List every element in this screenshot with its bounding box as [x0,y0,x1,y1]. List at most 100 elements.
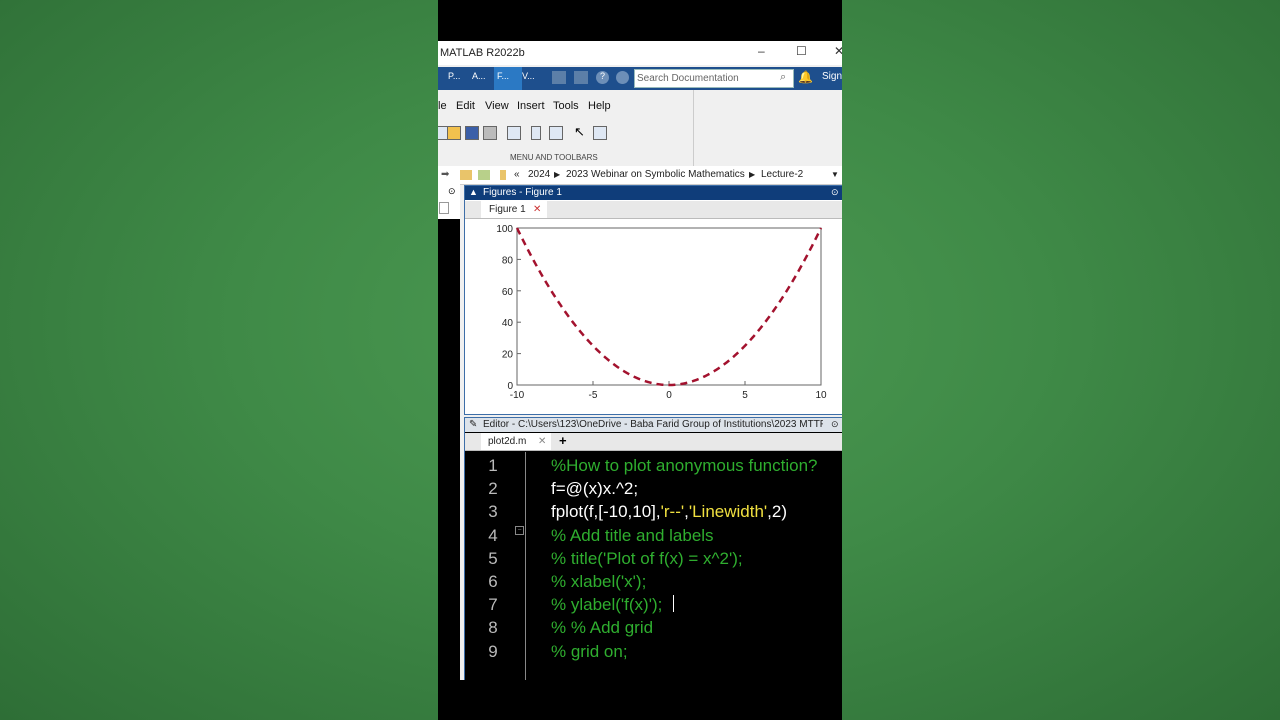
browse-folder-icon[interactable] [478,170,490,180]
x-tick-label: 10 [815,390,827,401]
figure-toolbar: ↖ [438,124,698,144]
code-line[interactable]: % % Add grid [551,618,653,638]
notification-bell-icon[interactable]: 🔔 [798,70,813,84]
y-tick-label: 40 [502,318,514,329]
minimize-button[interactable]: – [758,44,765,58]
search-icon[interactable]: ⌕ [780,71,786,84]
line-number: 4 [488,525,498,545]
line-number: 1 [488,456,498,475]
line-number: 9 [488,641,498,661]
close-button[interactable]: ✕ [834,44,842,58]
tab-view[interactable]: V... [522,71,535,81]
close-tab-icon[interactable]: ✕ [533,204,541,215]
code-token: 'Linewidth' [688,502,768,522]
figures-header: ▲ Figures - Figure 1 ⊙ [465,186,842,200]
code-line[interactable]: % title('Plot of f(x) = x^2'); [551,549,743,569]
plot-area: -10 -5 0 5 10 0 20 40 60 80 100 [465,218,842,414]
crumb-sep-icon: ▶ [749,170,756,179]
options-icon[interactable] [616,71,629,84]
code-token: % title('Plot of f(x) = x^2'); [551,548,743,568]
menu-insert[interactable]: Insert [517,100,545,112]
editor-tab-label: plot2d.m [488,436,527,447]
forward-arrow-icon[interactable]: ➡ [441,169,449,180]
crumb-2024[interactable]: 2024 [528,169,550,180]
pointer-icon[interactable]: ↖ [574,124,585,140]
colorbar-icon[interactable] [531,126,541,140]
open-icon[interactable] [447,126,461,140]
panel-menu-icon[interactable]: ⊙ [831,187,839,198]
window-title: MATLAB R2022b [440,47,525,59]
print-figure-icon[interactable] [483,126,497,140]
code-line[interactable]: % xlabel('x'); [551,572,646,592]
editor-path: Editor - C:\Users\123\OneDrive - Baba Fa… [483,419,823,430]
code-line[interactable]: f=@(x)x.^2; [551,479,638,499]
line-number: 3 [488,502,498,522]
link-plot-icon[interactable] [507,126,521,140]
new-file-icon[interactable] [439,202,449,214]
editor-header: ✎ Editor - C:\Users\123\OneDrive - Baba … [465,418,842,432]
gutter-line [525,452,526,680]
code-token: % Add title and labels [551,525,714,545]
figure-tab-label: Figure 1 [489,204,526,215]
code-line[interactable]: %How to plot anonymous function? [551,456,818,476]
code-token: % grid on; [551,641,628,661]
tab-apps[interactable]: A... [472,71,486,81]
address-dropdown-icon[interactable]: ▼ [831,170,839,179]
code-line[interactable]: fplot(f,[-10,10],'r--','Linewidth',2) [551,502,787,522]
x-tick-label: 5 [742,390,748,401]
figures-panel: ▲ Figures - Figure 1 ⊙ Figure 1 ✕ -10 -5 0… [464,185,842,415]
menu-edit[interactable]: Edit [456,100,475,112]
tab-figure-1[interactable]: Figure 1 ✕ [481,201,547,218]
tab-plots[interactable]: P... [448,71,460,81]
tab-plot2d[interactable]: plot2d.m ✕ [481,433,551,450]
menu-view[interactable]: View [485,100,509,112]
code-token: 'r--' [660,502,685,522]
code-area[interactable]: − 1 %How to plot anonymous function? 2 f=@(… [465,452,842,680]
quick-access-icon[interactable] [552,71,566,84]
figures-title: Figures - Figure 1 [483,187,562,198]
search-placeholder: Search Documentation [637,73,739,84]
print-icon[interactable] [574,71,588,84]
code-token: ,2) [767,502,788,522]
tab-figure[interactable]: F... [494,67,522,90]
menu-help[interactable]: Help [588,100,611,112]
current-folder-bar: ➡ « 2024 ▶ 2023 Webinar on Symbolic Math… [438,166,842,185]
text-cursor [673,595,674,612]
panel-menu-icon[interactable]: ⊙ [831,419,839,430]
property-editor-icon[interactable] [593,126,607,140]
y-tick-label: 60 [502,287,514,298]
save-icon[interactable] [465,126,479,140]
ribbon-divider [693,90,694,166]
menu-file[interactable]: le [438,100,447,112]
menu-tools[interactable]: Tools [553,100,579,112]
sign-in-link[interactable]: Sign [822,71,842,82]
legend-icon[interactable] [549,126,563,140]
matlab-logo-icon: ▲ [469,187,478,197]
close-tab-icon[interactable]: ✕ [538,436,546,447]
title-bar: MATLAB R2022b – ☐ ✕ [438,41,842,65]
editor-panel: ✎ Editor - C:\Users\123\OneDrive - Baba … [464,417,842,680]
matlab-window: MATLAB R2022b – ☐ ✕ P... A... F... V... … [438,41,842,680]
code-token: % xlabel('x'); [551,572,647,591]
help-icon[interactable]: ? [596,71,609,84]
y-tick-label: 100 [496,224,513,235]
code-token: f=@(x)x.^2; [551,479,639,499]
code-token: % ylabel('f(x)'); [551,595,663,615]
add-tab-button[interactable]: + [559,433,567,448]
crumb-webinar[interactable]: 2023 Webinar on Symbolic Mathematics [566,169,745,180]
up-folder-icon[interactable] [460,170,472,180]
code-line[interactable]: % Add title and labels [551,526,714,546]
search-documentation-input[interactable]: Search Documentation ⌕ [634,69,794,88]
x-tick-label: -5 [589,390,598,401]
x-tick-label: 0 [666,390,672,401]
y-tick-label: 20 [502,350,514,361]
crumb-lecture[interactable]: Lecture-2 [761,169,803,180]
editor-tab-bar: plot2d.m ✕ + [465,433,842,451]
code-line[interactable]: % grid on; [551,642,628,662]
tab-figure-label: F... [497,71,510,81]
maximize-button[interactable]: ☐ [796,44,807,58]
address-back[interactable]: « [514,169,520,180]
pane-menu-icon[interactable]: ⊙ [448,186,456,197]
code-token: % % Add grid [551,618,654,638]
code-line[interactable]: % ylabel('f(x)'); [551,595,662,615]
